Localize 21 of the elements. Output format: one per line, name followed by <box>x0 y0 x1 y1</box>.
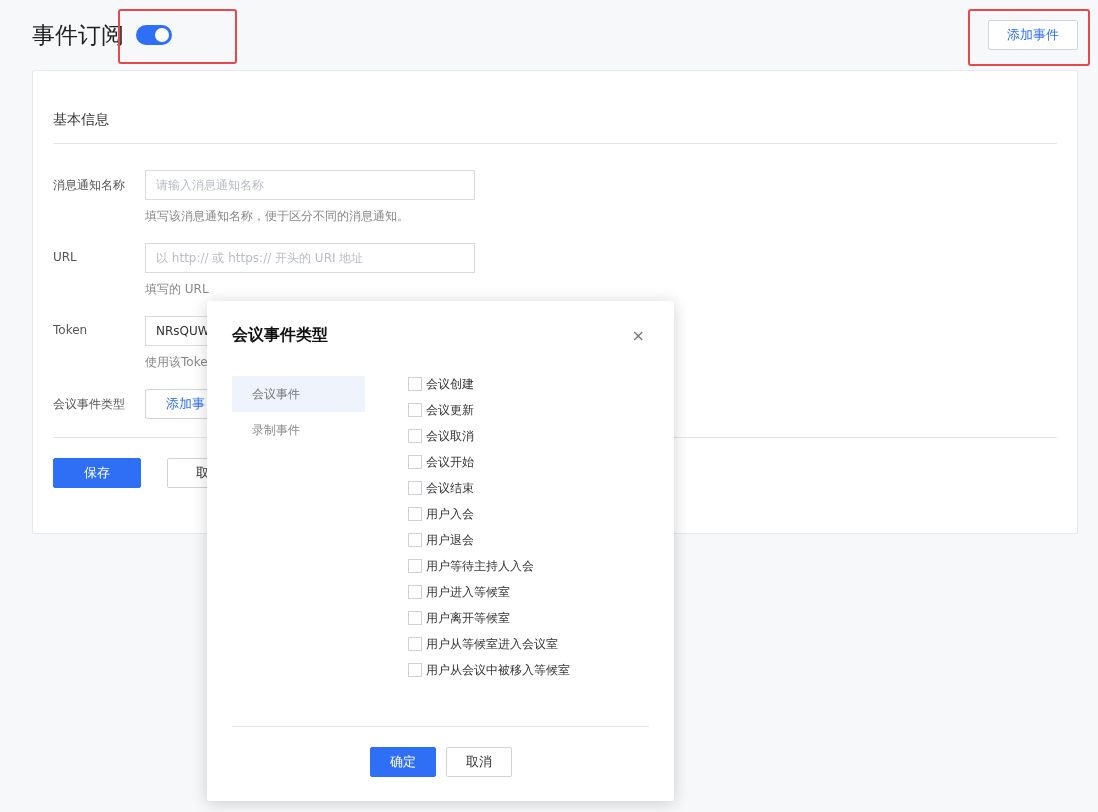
checkbox-label: 用户从等候室进入会议室 <box>426 635 558 653</box>
section-title: 基本信息 <box>53 99 1057 144</box>
field-hint: 填写该消息通知名称，便于区分不同的消息通知。 <box>145 208 410 225</box>
field-label: 会议事件类型 <box>53 396 126 413</box>
checkbox-label: 会议结束 <box>426 479 474 497</box>
checkbox-label: 用户退会 <box>426 531 474 549</box>
checkbox-label: 会议开始 <box>426 453 474 471</box>
checkbox-label: 用户等待主持人入会 <box>426 557 534 575</box>
checkbox-label: 会议创建 <box>426 375 474 393</box>
checkbox-label: 用户进入等候室 <box>426 583 510 601</box>
field-label: URL <box>53 249 78 266</box>
field-hint: 使用该Toke <box>145 354 209 371</box>
checkbox-label: 会议更新 <box>426 401 474 419</box>
checkbox-label: 用户从会议中被移入等候室 <box>426 661 570 679</box>
field-label: 消息通知名称 <box>53 177 126 194</box>
dialog-title: 会议事件类型 <box>232 324 328 346</box>
field-label: Token <box>53 322 89 339</box>
field-hint: 填写的 URL <box>145 281 210 298</box>
checkbox-label: 用户离开等候室 <box>426 609 510 627</box>
checkbox-label: 会议取消 <box>426 427 474 445</box>
checkbox-label: 用户入会 <box>426 505 474 523</box>
